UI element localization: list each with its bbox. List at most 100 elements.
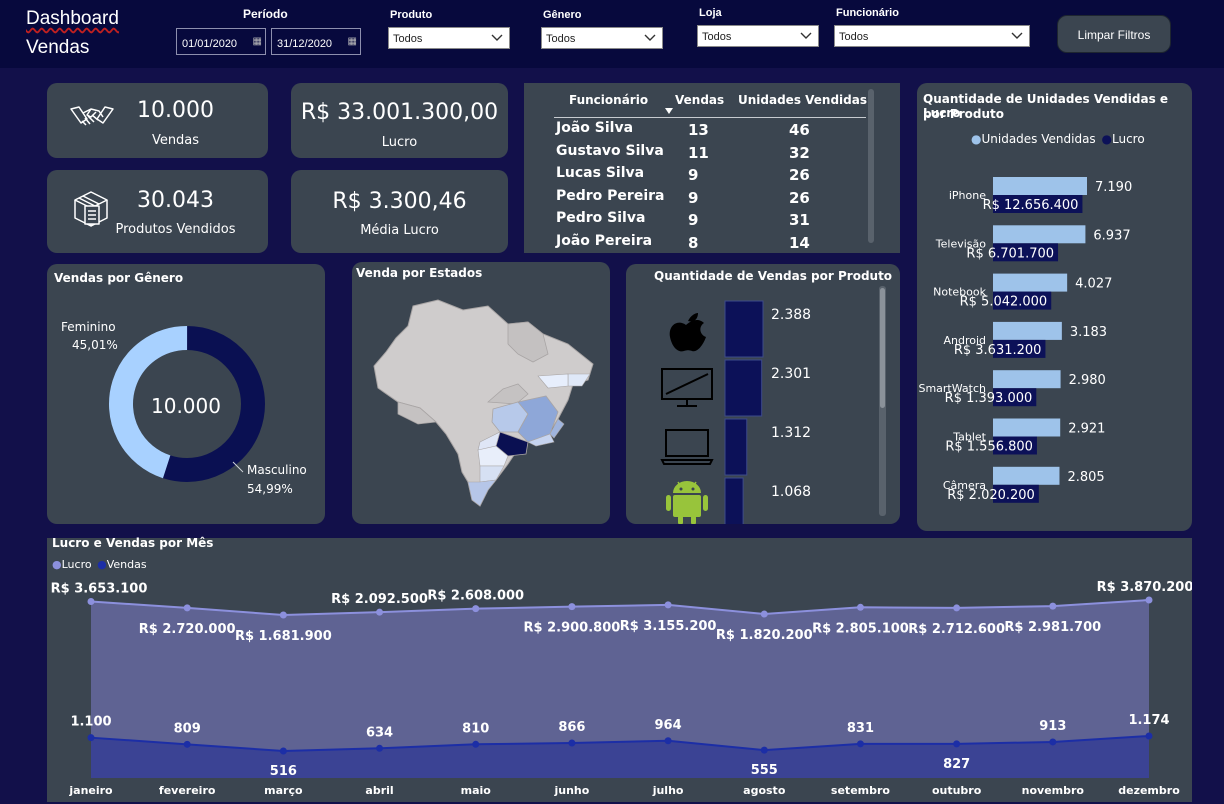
produto-vendas-bar[interactable] [724, 359, 763, 417]
x-tick-label: dezembro [1118, 784, 1180, 797]
product-name-label: Câmera [943, 479, 986, 492]
unidades-value: 2.805 [1067, 470, 1104, 485]
x-tick-label: maio [461, 784, 492, 797]
lucro-point[interactable] [472, 605, 480, 613]
unidades-value: 4.027 [1075, 277, 1112, 292]
vendas-data-label: 964 [655, 718, 682, 733]
kpi-produtos-label: Produtos Vendidos [115, 222, 236, 237]
lucro-data-label: R$ 1.820.200 [716, 628, 813, 643]
product-name-label: Tablet [952, 431, 986, 444]
unidades-value: 3.183 [1070, 325, 1107, 340]
unidades-value: 2.921 [1068, 422, 1105, 437]
produto-label: Produto [390, 9, 433, 21]
unidades-bar[interactable] [993, 321, 1062, 340]
vendas-point[interactable] [664, 737, 672, 745]
lucro-point[interactable] [953, 604, 961, 612]
lucro-point[interactable] [87, 597, 95, 605]
unidades-value: 7.190 [1095, 180, 1132, 195]
produto-select[interactable]: Todos [388, 27, 510, 49]
x-tick-label: agosto [743, 784, 786, 797]
col-header-vendas[interactable]: Vendas [675, 93, 724, 107]
calendar-icon[interactable]: ▦ [253, 36, 262, 47]
date-end-input[interactable]: 31/12/2020 ▦ [271, 28, 361, 55]
vendas-point[interactable] [1049, 738, 1057, 746]
brazil-map[interactable] [368, 284, 598, 514]
vendas-point[interactable] [472, 740, 480, 748]
lucro-data-label: R$ 2.720.000 [139, 622, 236, 637]
kpi-produtos-value: 30.043 [137, 188, 214, 213]
vendas-point[interactable] [953, 740, 961, 748]
lucro-point[interactable] [183, 604, 191, 612]
table-cell-unidades: 32 [789, 143, 810, 162]
unidades-bar[interactable] [993, 177, 1087, 195]
produto-vendas-bar[interactable] [724, 477, 744, 524]
vendas-point[interactable] [183, 740, 191, 748]
vendas-point[interactable] [376, 744, 384, 752]
table-cell-name: João Silva [556, 120, 634, 136]
vendas-data-label: 809 [174, 721, 201, 736]
unidades-value: 2.980 [1069, 373, 1106, 388]
unidades-bar[interactable] [993, 370, 1061, 389]
vendas-data-label: 555 [751, 763, 778, 778]
produto-vendas-bar[interactable] [724, 418, 748, 476]
lucro-data-label: R$ 2.900.800 [524, 621, 621, 636]
lucro-data-label: R$ 2.608.000 [427, 589, 524, 604]
genero-panel: Vendas por Gênero Feminino 45,01% Mascul… [47, 264, 325, 524]
lucro-point[interactable] [856, 603, 864, 611]
lucro-point[interactable] [664, 601, 672, 609]
vendas-data-label: 516 [270, 764, 297, 779]
produto-vendas-scroll-thumb[interactable] [880, 288, 885, 408]
unidades-bar[interactable] [993, 225, 1086, 244]
lucro-point[interactable] [760, 610, 768, 618]
product-name-label: iPhone [949, 189, 986, 202]
lucro-point[interactable] [568, 603, 576, 611]
lucro-point[interactable] [376, 608, 384, 616]
loja-select[interactable]: Todos [697, 25, 819, 47]
donut-center-value: 10.000 [151, 394, 221, 418]
table-cell-unidades: 26 [789, 188, 810, 207]
vendas-point[interactable] [568, 739, 576, 747]
x-tick-label: outubro [932, 784, 982, 797]
sort-desc-icon[interactable] [664, 107, 674, 115]
calendar-icon[interactable]: ▦ [348, 36, 357, 47]
vendas-point[interactable] [87, 734, 95, 742]
lucro-value: R$ 12.656.400 [983, 198, 1079, 213]
date-start-input[interactable]: 01/01/2020 ▦ [176, 28, 266, 55]
x-tick-label: março [264, 784, 303, 797]
funcionario-select[interactable]: Todos [834, 25, 1030, 47]
unidades-bar[interactable] [993, 466, 1060, 485]
masculino-leader-line [232, 461, 244, 473]
estados-panel: Venda por Estados [352, 262, 610, 524]
x-tick-label: fevereiro [159, 784, 216, 797]
lucro-point[interactable] [1049, 602, 1057, 610]
apple-icon [669, 313, 706, 352]
table-cell-unidades: 26 [789, 166, 810, 184]
unidades-bar[interactable] [993, 418, 1061, 437]
x-tick-label: junho [553, 784, 589, 797]
lucro-data-label: R$ 3.155.200 [620, 619, 717, 634]
table-scrollbar[interactable] [868, 89, 874, 243]
table-cell-vendas: 9 [688, 211, 699, 229]
unidades-bar[interactable] [993, 273, 1068, 292]
lucro-data-label: R$ 2.092.500 [331, 592, 428, 607]
android-icon [666, 481, 708, 524]
table-cell-name: Pedro Pereira [556, 187, 665, 204]
lucro-point[interactable] [279, 611, 287, 619]
lucro-data-label: R$ 3.653.100 [51, 581, 148, 596]
television-icon [661, 368, 713, 407]
lucro-point[interactable] [1145, 596, 1153, 604]
unidades-lucro-panel: Quantidade de Unidades Vendidas e Lucro … [917, 83, 1192, 531]
table-cell-vendas: 13 [688, 121, 709, 139]
produto-vendas-value: 2.388 [771, 307, 811, 323]
col-header-unidades[interactable]: Unidades Vendidas [738, 93, 867, 107]
col-header-funcionario[interactable]: Funcionário [569, 93, 648, 107]
clear-filters-button[interactable]: Limpar Filtros [1057, 15, 1171, 53]
x-tick-label: julho [652, 784, 684, 797]
vendas-point[interactable] [856, 740, 864, 748]
vendas-point[interactable] [1145, 732, 1153, 740]
vendas-point[interactable] [760, 746, 768, 754]
genero-select[interactable]: Todos [541, 27, 663, 49]
chevron-down-icon [1011, 32, 1023, 39]
produto-vendas-bar[interactable] [724, 300, 764, 358]
vendas-point[interactable] [279, 747, 287, 755]
